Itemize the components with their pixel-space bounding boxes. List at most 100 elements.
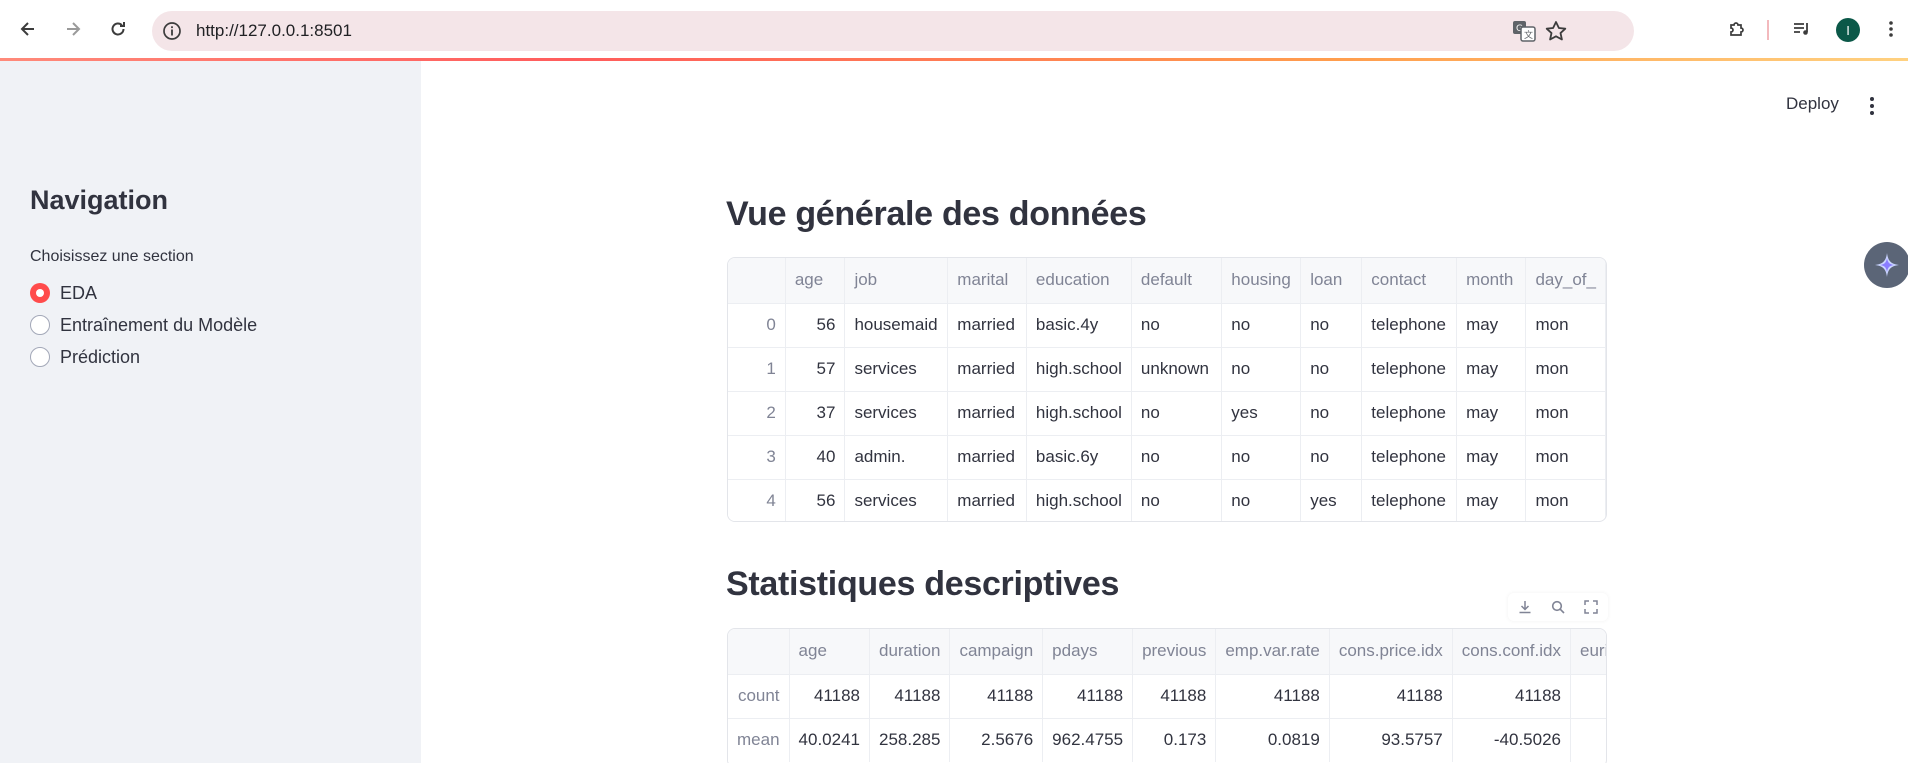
column-header[interactable] xyxy=(728,629,790,675)
column-header[interactable]: emp.var.rate xyxy=(1215,629,1330,675)
reload-button[interactable] xyxy=(103,14,133,44)
radio-option-eda[interactable]: EDA xyxy=(30,279,97,307)
url-text[interactable]: http://127.0.0.1:8501 xyxy=(196,21,352,41)
column-header[interactable]: cons.conf.idx xyxy=(1452,629,1572,675)
bookmark-star-icon[interactable] xyxy=(1544,20,1568,42)
table-cell[interactable]: yes xyxy=(1221,391,1302,436)
column-header[interactable]: marital xyxy=(947,258,1027,304)
table-cell[interactable]: mon xyxy=(1525,479,1606,521)
overview-dataframe[interactable]: age job marital education default housin… xyxy=(727,257,1607,522)
table-cell[interactable]: mon xyxy=(1525,303,1606,348)
download-icon[interactable] xyxy=(1516,598,1534,616)
column-header[interactable]: age xyxy=(789,629,870,675)
table-cell[interactable]: mon xyxy=(1525,347,1606,392)
radio-unchecked-icon[interactable] xyxy=(30,347,50,367)
deploy-button[interactable]: Deploy xyxy=(1786,94,1839,114)
column-header[interactable]: previous xyxy=(1132,629,1217,675)
table-cell[interactable]: 41188 xyxy=(789,674,870,719)
radio-unchecked-icon[interactable] xyxy=(30,315,50,335)
table-cell[interactable]: married xyxy=(947,479,1027,521)
table-cell[interactable]: housemaid xyxy=(844,303,949,348)
radio-checked-icon[interactable] xyxy=(30,283,50,303)
table-cell[interactable]: basic.4y xyxy=(1026,303,1132,348)
media-control-button[interactable] xyxy=(1787,14,1817,44)
table-cell[interactable]: may xyxy=(1456,391,1527,436)
table-cell[interactable]: no xyxy=(1131,435,1223,480)
table-cell[interactable]: 41188 xyxy=(1042,674,1134,719)
table-cell[interactable]: high.school xyxy=(1026,479,1132,521)
table-cell[interactable]: no xyxy=(1131,303,1223,348)
column-header[interactable]: cons.price.idx xyxy=(1329,629,1453,675)
address-bar[interactable]: http://127.0.0.1:8501 G文 xyxy=(152,11,1634,51)
table-cell[interactable]: high.school xyxy=(1026,347,1132,392)
table-cell[interactable]: 57 xyxy=(785,347,846,392)
table-cell[interactable]: married xyxy=(947,303,1027,348)
radio-option-prediction[interactable]: Prédiction xyxy=(30,343,140,371)
table-cell[interactable]: 37 xyxy=(785,391,846,436)
browser-menu-button[interactable] xyxy=(1876,14,1906,44)
table-cell[interactable] xyxy=(1570,674,1606,719)
table-cell[interactable]: unknown xyxy=(1131,347,1223,392)
table-cell[interactable]: 56 xyxy=(785,479,846,521)
table-cell[interactable]: telephone xyxy=(1361,435,1458,480)
table-cell[interactable]: 258.285 xyxy=(869,718,951,762)
table-cell[interactable]: married xyxy=(947,347,1027,392)
assistant-button[interactable] xyxy=(1864,242,1908,288)
column-header[interactable]: duration xyxy=(869,629,951,675)
table-cell[interactable]: no xyxy=(1131,479,1223,521)
table-cell[interactable]: married xyxy=(947,435,1027,480)
table-cell[interactable]: 41188 xyxy=(869,674,951,719)
table-cell[interactable]: may xyxy=(1456,347,1527,392)
forward-button[interactable] xyxy=(58,14,88,44)
site-info-icon[interactable] xyxy=(162,21,182,41)
table-cell[interactable]: 56 xyxy=(785,303,846,348)
table-cell[interactable]: services xyxy=(844,347,949,392)
table-cell[interactable]: 41188 xyxy=(949,674,1044,719)
table-cell[interactable]: 0.173 xyxy=(1132,718,1217,762)
radio-option-label[interactable]: Prédiction xyxy=(60,347,140,368)
table-cell[interactable]: mon xyxy=(1525,391,1606,436)
column-header[interactable]: campaign xyxy=(949,629,1044,675)
column-header[interactable] xyxy=(728,258,786,304)
table-cell[interactable]: 93.5757 xyxy=(1329,718,1453,762)
stats-dataframe[interactable]: age duration campaign pdays previous emp… xyxy=(727,628,1607,763)
column-header[interactable]: housing xyxy=(1221,258,1302,304)
table-cell[interactable] xyxy=(1570,718,1606,762)
table-cell[interactable]: no xyxy=(1221,347,1302,392)
column-header[interactable]: day_of_ xyxy=(1525,258,1606,304)
table-cell[interactable]: 41188 xyxy=(1329,674,1453,719)
fullscreen-icon[interactable] xyxy=(1582,598,1600,616)
table-cell[interactable]: telephone xyxy=(1361,347,1458,392)
table-cell[interactable]: may xyxy=(1456,303,1527,348)
table-cell[interactable]: 41188 xyxy=(1215,674,1330,719)
table-cell[interactable]: no xyxy=(1300,303,1363,348)
column-header[interactable]: default xyxy=(1131,258,1223,304)
table-cell[interactable]: no xyxy=(1221,435,1302,480)
table-cell[interactable]: 41188 xyxy=(1132,674,1217,719)
column-header[interactable]: job xyxy=(844,258,949,304)
table-cell[interactable]: admin. xyxy=(844,435,949,480)
table-cell[interactable]: may xyxy=(1456,435,1527,480)
column-header[interactable]: loan xyxy=(1300,258,1363,304)
table-cell[interactable]: 41188 xyxy=(1452,674,1572,719)
extensions-button[interactable] xyxy=(1722,14,1752,44)
table-cell[interactable]: no xyxy=(1221,303,1302,348)
column-header[interactable]: pdays xyxy=(1042,629,1134,675)
table-cell[interactable]: telephone xyxy=(1361,391,1458,436)
app-menu-icon[interactable] xyxy=(1862,94,1882,118)
column-header[interactable]: age xyxy=(785,258,846,304)
radio-option-label[interactable]: EDA xyxy=(60,283,97,304)
column-header[interactable]: month xyxy=(1456,258,1527,304)
table-cell[interactable]: services xyxy=(844,391,949,436)
table-cell[interactable]: 40 xyxy=(785,435,846,480)
table-cell[interactable]: 0.0819 xyxy=(1215,718,1330,762)
radio-option-label[interactable]: Entraînement du Modèle xyxy=(60,315,257,336)
column-header[interactable]: education xyxy=(1026,258,1132,304)
table-cell[interactable]: 40.0241 xyxy=(789,718,870,762)
radio-option-training[interactable]: Entraînement du Modèle xyxy=(30,311,257,339)
table-cell[interactable]: services xyxy=(844,479,949,521)
table-cell[interactable]: no xyxy=(1300,391,1363,436)
table-cell[interactable]: may xyxy=(1456,479,1527,521)
table-cell[interactable]: married xyxy=(947,391,1027,436)
column-header[interactable]: contact xyxy=(1361,258,1458,304)
